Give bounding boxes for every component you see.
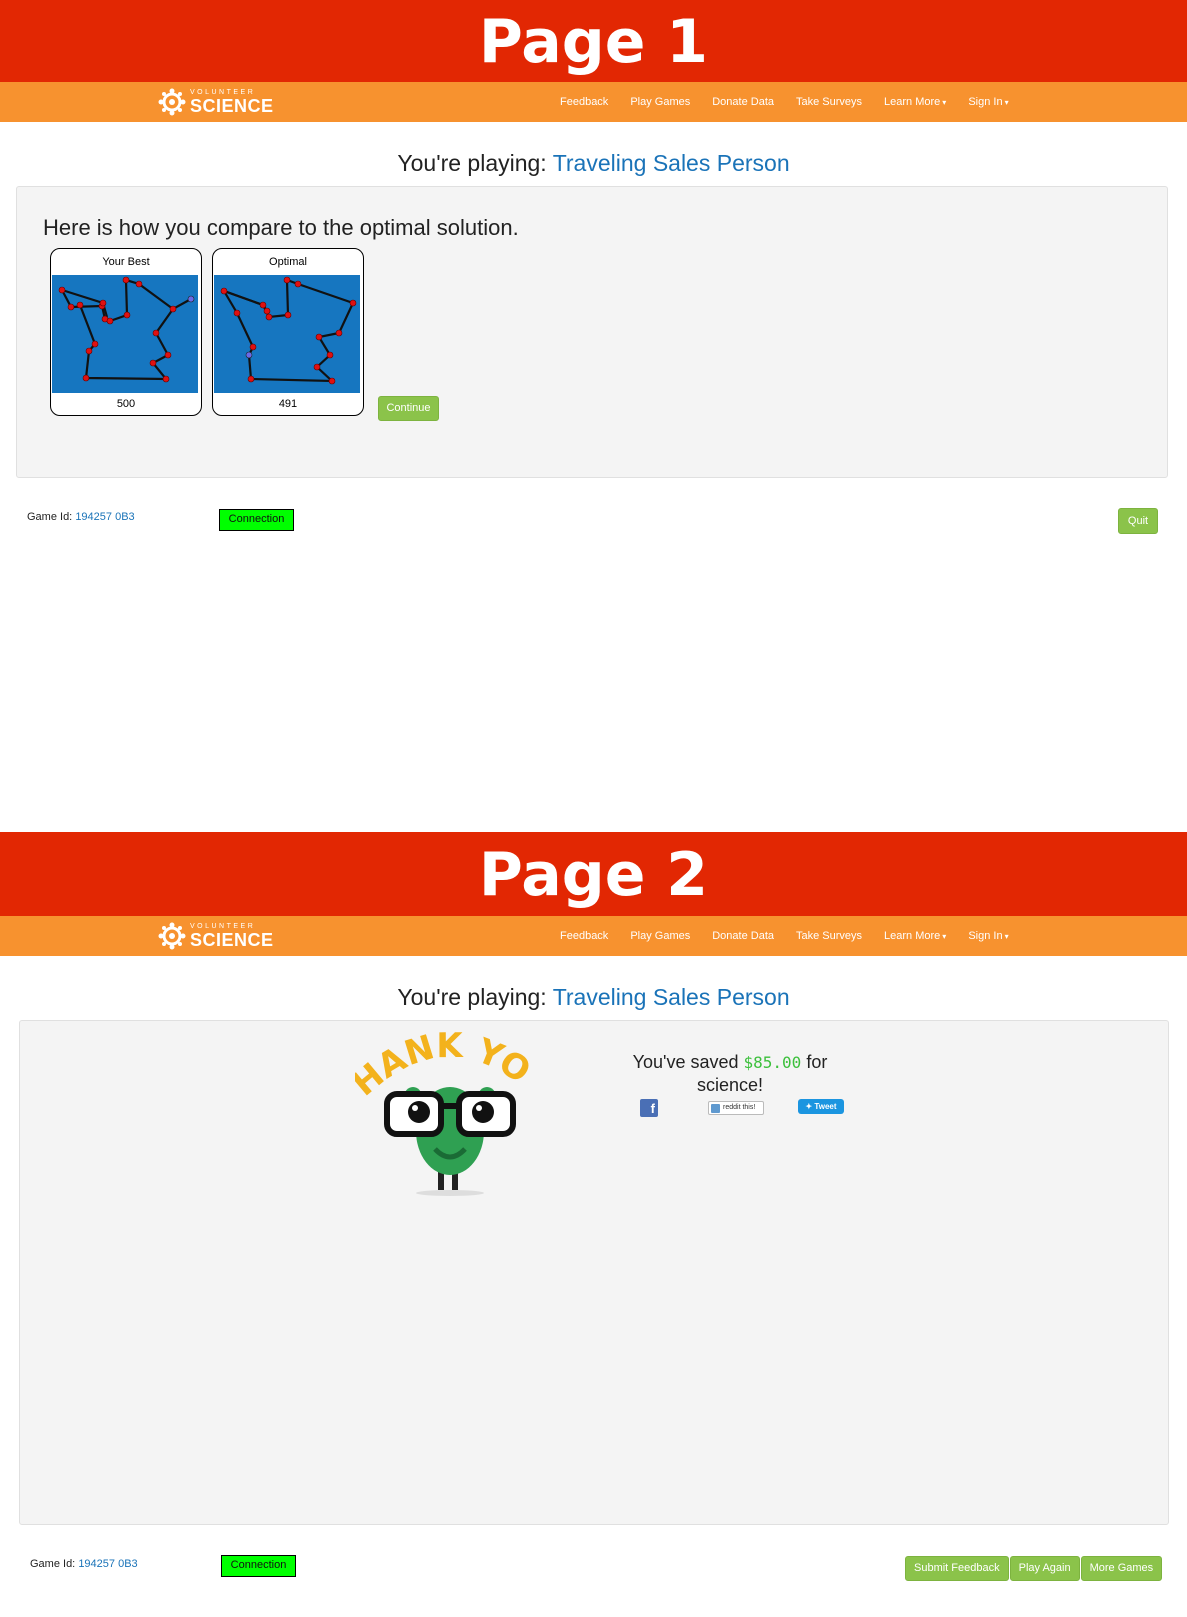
playing-title: You're playing: Traveling Sales Person — [0, 150, 1187, 177]
reddit-share-button[interactable]: reddit this! — [708, 1101, 764, 1115]
connection-indicator: Connection — [219, 509, 294, 531]
nav-donate-data[interactable]: Donate Data — [712, 930, 774, 942]
volunteer-science-logo[interactable]: VOLUNTEER SCIENCE — [158, 922, 274, 950]
nav-take-surveys[interactable]: Take Surveys — [796, 96, 862, 108]
logo-top-text: VOLUNTEER — [190, 923, 256, 930]
saved-prefix: You've saved — [632, 1052, 739, 1072]
optimal-card: Optimal 491 — [212, 248, 364, 416]
nav-feedback[interactable]: Feedback — [560, 96, 608, 108]
game-name-link[interactable]: Traveling Sales Person — [553, 984, 790, 1010]
continue-button[interactable]: Continue — [378, 396, 439, 421]
logo-bottom-text: SCIENCE — [190, 930, 274, 950]
submit-feedback-button[interactable]: Submit Feedback — [905, 1556, 1009, 1581]
nav-sign-in-label: Sign In — [968, 930, 1003, 942]
page-1-banner: Page 1 — [0, 0, 1187, 84]
page-2-banner: Page 2 — [0, 832, 1187, 918]
playing-prefix: You're playing: — [397, 984, 547, 1010]
game-id-value[interactable]: 194257 0B3 — [78, 1558, 137, 1570]
nav-play-games[interactable]: Play Games — [630, 96, 690, 108]
nav-learn-more[interactable]: Learn More ▾ — [884, 930, 946, 942]
nav-links: Feedback Play Games Donate Data Take Sur… — [560, 82, 1031, 122]
twitter-icon: ✦ — [805, 1102, 813, 1111]
nav-sign-in-label: Sign In — [968, 96, 1003, 108]
optimal-score: 491 — [278, 398, 298, 410]
tweet-label: Tweet — [814, 1102, 837, 1111]
optimal-title: Optimal — [269, 256, 307, 268]
navbar: VOLUNTEER SCIENCE Feedback Play Games Do… — [0, 82, 1187, 122]
nav-donate-data[interactable]: Donate Data — [712, 96, 774, 108]
nav-feedback[interactable]: Feedback — [560, 930, 608, 942]
facebook-icon[interactable]: f — [640, 1099, 658, 1117]
tweet-button[interactable]: ✦ Tweet — [798, 1099, 844, 1114]
logo-bottom-text: SCIENCE — [190, 96, 274, 116]
play-again-button[interactable]: Play Again — [1009, 1556, 1080, 1581]
chevron-down-icon: ▾ — [1004, 932, 1009, 941]
chevron-down-icon: ▾ — [1004, 98, 1009, 107]
volunteer-science-logo[interactable]: VOLUNTEER SCIENCE — [158, 88, 274, 116]
your-best-score: 500 — [116, 398, 136, 410]
nav-sign-in[interactable]: Sign In ▾ — [968, 96, 1008, 108]
game-id-label: Game Id: — [27, 511, 73, 523]
logo-mark-icon — [158, 922, 186, 950]
connection-indicator-2: Connection — [221, 1555, 296, 1577]
chevron-down-icon: ▾ — [942, 98, 947, 107]
thank-you-mascot: THANK YOU! — [355, 1031, 538, 1196]
logo-top-text: VOLUNTEER — [190, 89, 256, 96]
reddit-share-label: reddit this! — [723, 1104, 756, 1111]
nav-sign-in[interactable]: Sign In ▾ — [968, 930, 1008, 942]
quit-button[interactable]: Quit — [1118, 508, 1158, 534]
nav-links-2: Feedback Play Games Donate Data Take Sur… — [560, 916, 1031, 956]
more-games-button[interactable]: More Games — [1080, 1556, 1163, 1581]
thank-you-panel: THANK YOU! You've saved $85.00 for scien… — [19, 1020, 1169, 1525]
nav-take-surveys[interactable]: Take Surveys — [796, 930, 862, 942]
game-id-value[interactable]: 194257 0B3 — [75, 511, 134, 523]
game-id-label: Game Id: — [30, 1558, 76, 1570]
your-best-title: Your Best — [102, 256, 150, 268]
compare-heading: Here is how you compare to the optimal s… — [43, 215, 519, 240]
bottom-button-group: Submit Feedback Play Again More Games — [905, 1556, 1163, 1581]
saved-amount: $85.00 — [743, 1053, 802, 1072]
results-panel: Here is how you compare to the optimal s… — [16, 186, 1168, 478]
nav-learn-more-label: Learn More — [884, 930, 941, 942]
your-best-card: Your Best 500 — [50, 248, 202, 416]
navbar-2: VOLUNTEER SCIENCE Feedback Play Games Do… — [0, 916, 1187, 956]
saved-message: You've saved $85.00 for science! — [620, 1051, 840, 1096]
game-name-link[interactable]: Traveling Sales Person — [553, 150, 790, 176]
playing-prefix: You're playing: — [397, 150, 547, 176]
nav-learn-more-label: Learn More — [884, 96, 941, 108]
reddit-icon — [711, 1104, 720, 1113]
chevron-down-icon: ▾ — [942, 932, 947, 941]
nav-learn-more[interactable]: Learn More ▾ — [884, 96, 946, 108]
logo-mark-icon — [158, 88, 186, 116]
game-id: Game Id: 194257 0B3 — [27, 511, 135, 523]
your-best-route-map — [52, 275, 198, 393]
playing-title-2: You're playing: Traveling Sales Person — [0, 984, 1187, 1011]
nav-play-games[interactable]: Play Games — [630, 930, 690, 942]
game-id-2: Game Id: 194257 0B3 — [30, 1558, 138, 1570]
optimal-route-map — [214, 275, 360, 393]
